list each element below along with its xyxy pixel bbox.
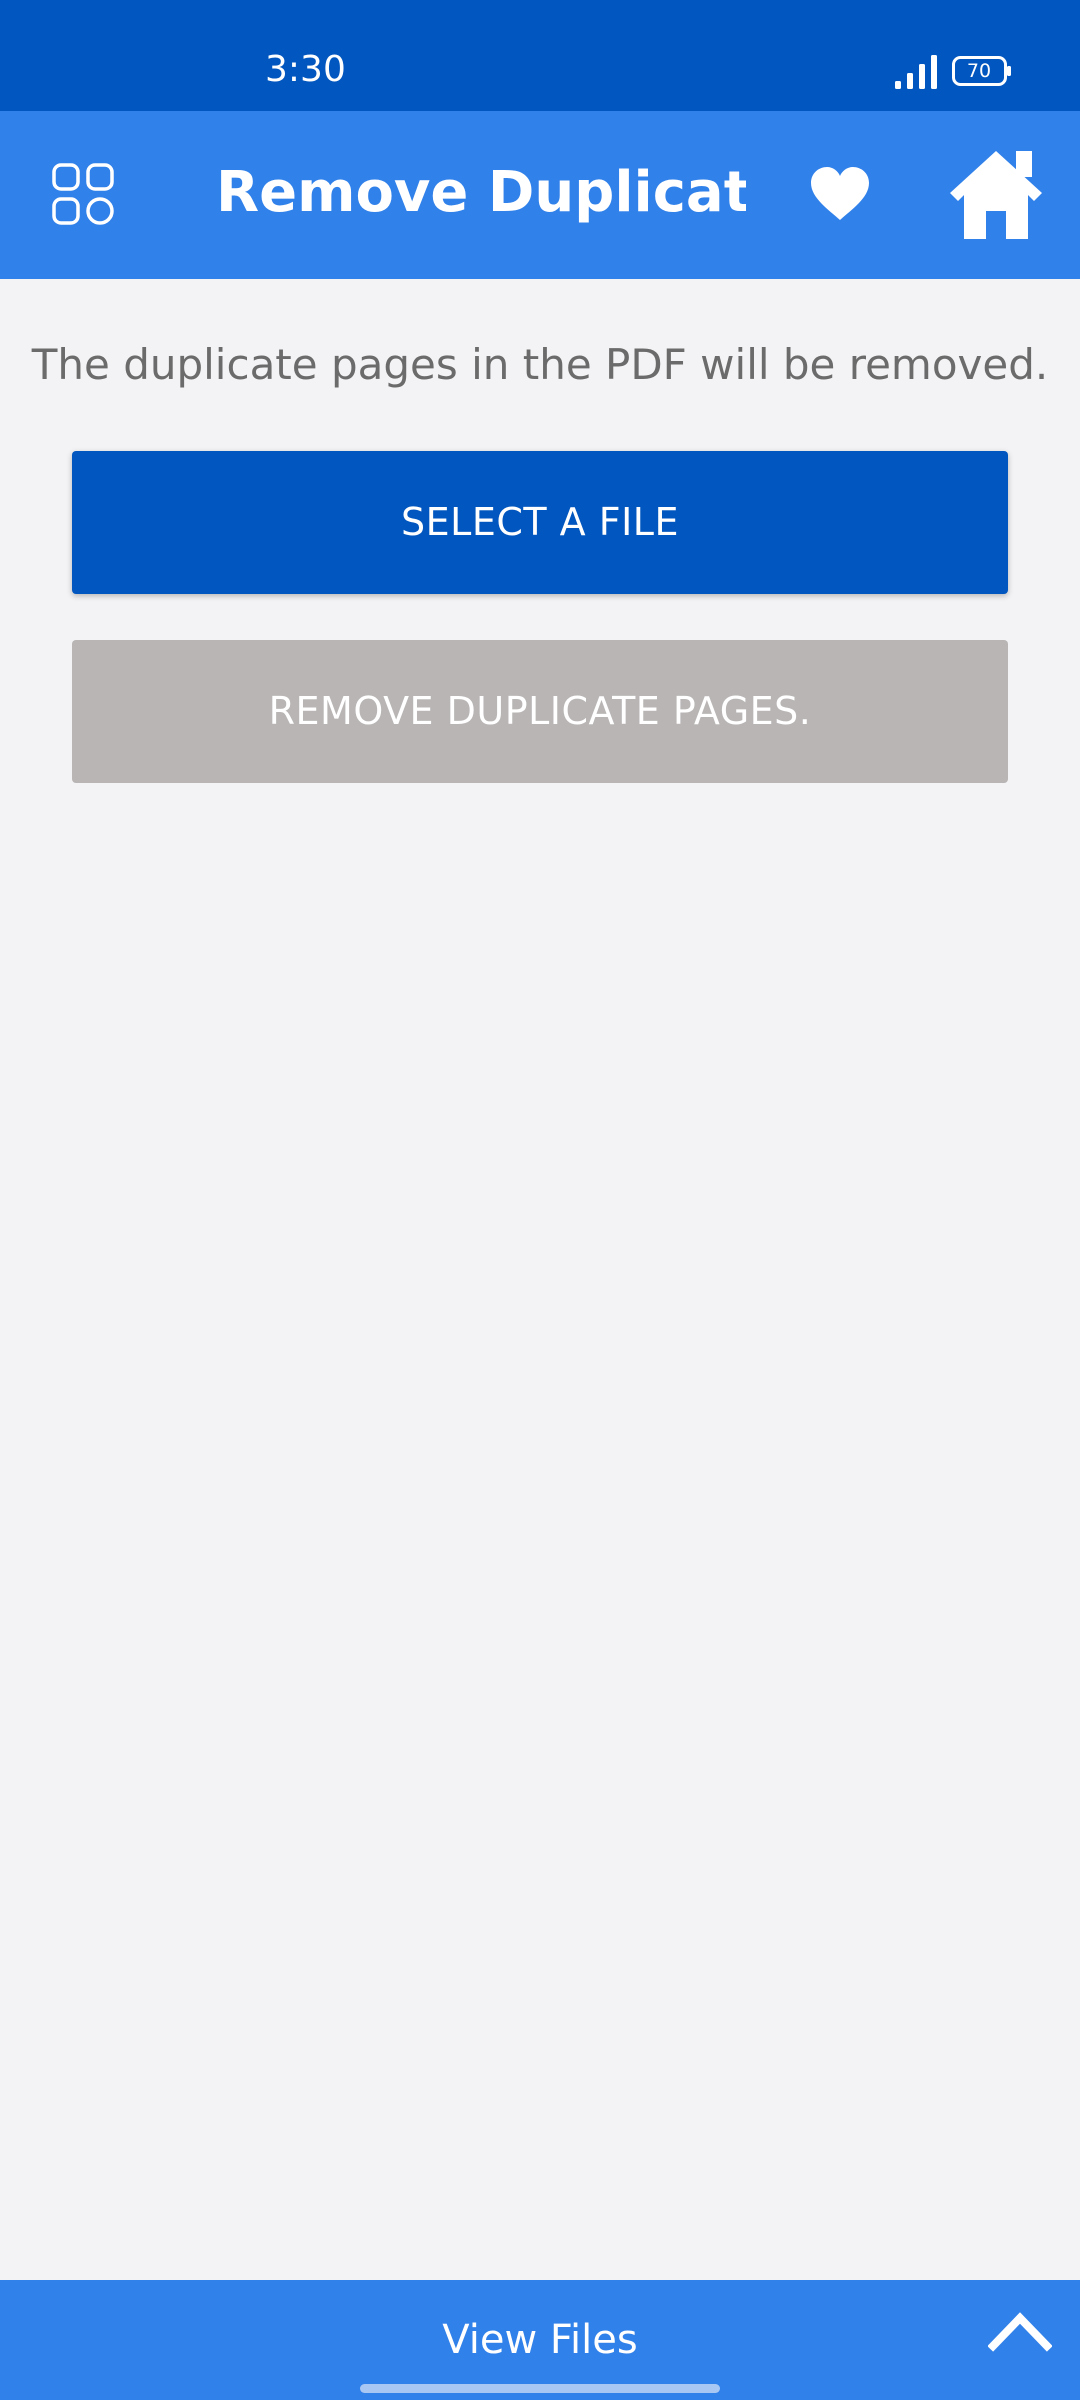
signal-icon: [895, 55, 937, 89]
status-bar: 3:30 70: [0, 0, 1080, 111]
battery-level: 70: [966, 60, 992, 82]
description-text: The duplicate pages in the PDF will be r…: [31, 340, 1049, 389]
app-toolbar: Remove Duplicate…: [0, 111, 1080, 279]
screen: 3:30 70 Remove Duplicate… The du: [0, 0, 1080, 2400]
heart-icon[interactable]: [809, 166, 871, 222]
view-files-button[interactable]: View Files: [0, 2280, 1080, 2400]
home-icon[interactable]: [946, 147, 1046, 241]
select-file-button[interactable]: SELECT A FILE: [72, 451, 1008, 594]
home-indicator[interactable]: [360, 2384, 720, 2393]
page-title: Remove Duplicate…: [216, 160, 746, 225]
status-time: 3:30: [265, 49, 346, 90]
remove-duplicate-pages-button: REMOVE DUPLICATE PAGES.: [72, 640, 1008, 783]
apps-grid-icon[interactable]: [52, 163, 114, 225]
chevron-up-icon[interactable]: [988, 2308, 1052, 2352]
bottom-bar: View Files: [0, 2280, 1080, 2400]
